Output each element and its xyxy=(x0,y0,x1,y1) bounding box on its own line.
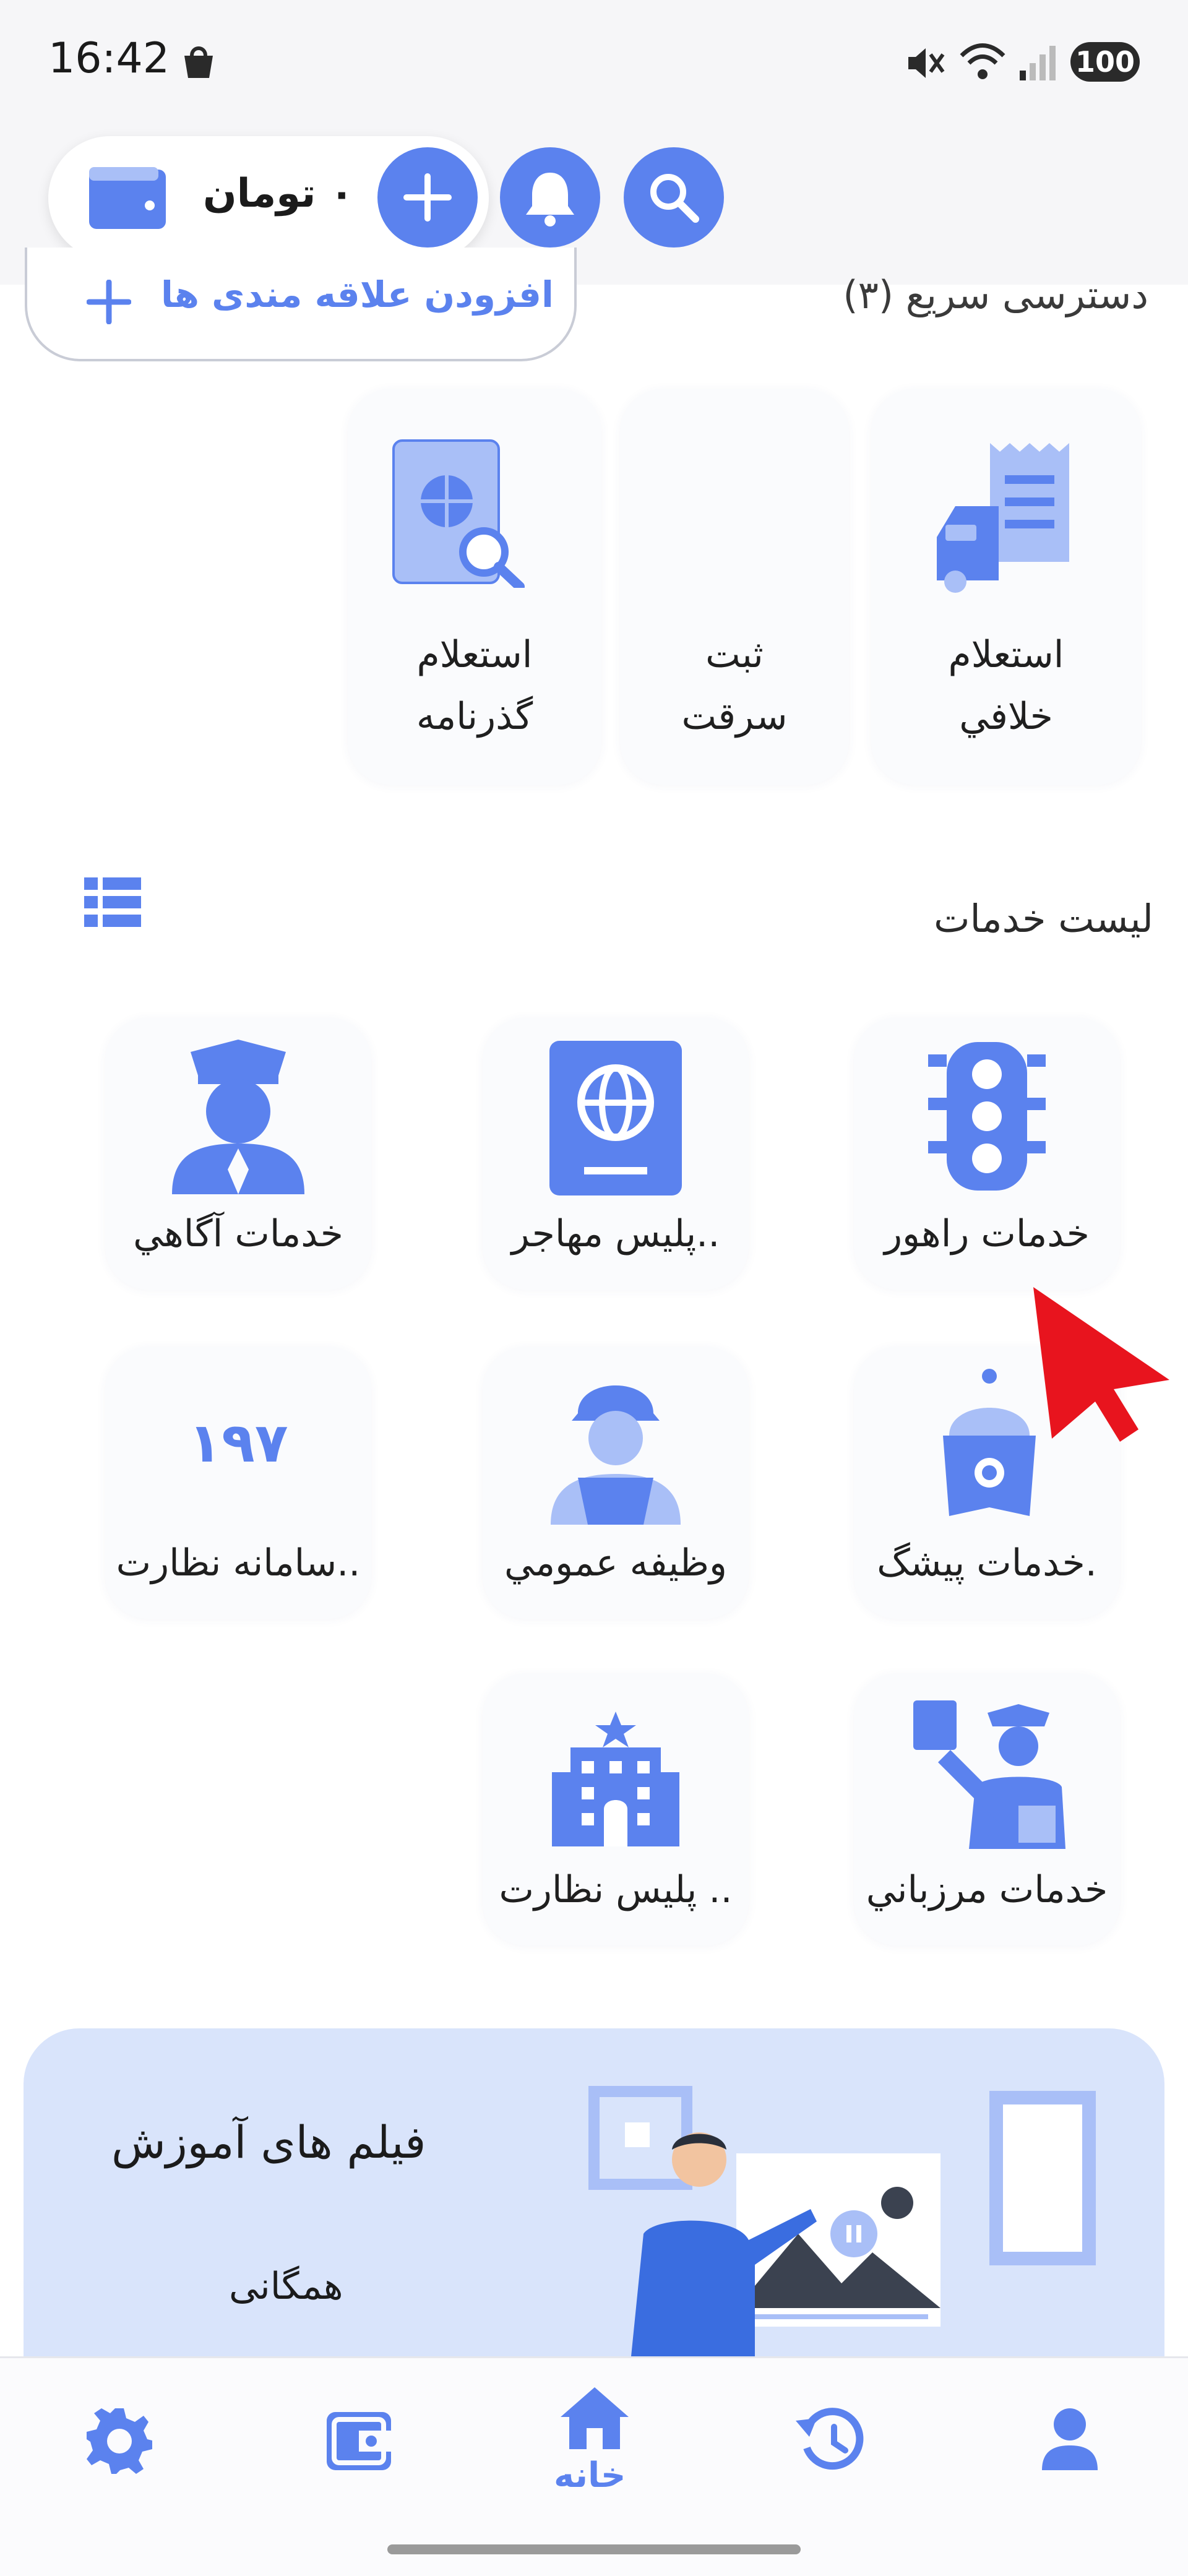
profile-icon[interactable] xyxy=(1042,2408,1098,2470)
notifications-button[interactable] xyxy=(500,147,600,248)
quick-item-line1: ثبت xyxy=(705,633,764,676)
nav-home-label[interactable]: خانه xyxy=(554,2455,626,2496)
settings-icon[interactable] xyxy=(87,2408,152,2474)
wifi-icon xyxy=(960,43,1005,79)
plus-icon xyxy=(403,173,452,222)
police-officer-icon xyxy=(172,1040,304,1194)
wallet-balance: ۰ تومان xyxy=(203,171,354,217)
quick-item-violation-inquiry[interactable]: استعلام خلافي xyxy=(871,389,1141,785)
signal-icon xyxy=(1020,46,1056,80)
service-197-badge: ۱۹۷ xyxy=(188,1411,288,1475)
service-label: خدمات مرزباني xyxy=(866,1868,1108,1911)
service-label: وظيفه عمومي xyxy=(504,1541,728,1585)
quick-item-line1: استعلام xyxy=(416,633,533,676)
wallet-icon xyxy=(89,167,166,229)
building-icon xyxy=(552,1712,679,1846)
service-monitoring-system[interactable]: ۱۹۷ سامانه نظارت.. xyxy=(105,1346,371,1619)
add-interests-label: افزودن علاقه مندی ها xyxy=(161,274,554,316)
service-investigation[interactable]: خدمات آگاهي xyxy=(105,1017,371,1290)
mute-icon xyxy=(908,48,945,78)
service-military-duty[interactable]: وظيفه عمومي xyxy=(483,1346,749,1619)
banner-subtitle: همگانی xyxy=(229,2265,343,2308)
wallet-nav-icon[interactable] xyxy=(327,2412,391,2470)
traffic-light-icon xyxy=(928,1042,1046,1191)
history-icon[interactable] xyxy=(796,2407,865,2474)
service-label: سامانه نظارت.. xyxy=(116,1541,361,1585)
service-label: پلیس مهاجر.. xyxy=(511,1212,720,1256)
quick-item-theft-report[interactable]: ثبت سرقت xyxy=(620,389,849,785)
service-label: خدمات پیشگ. xyxy=(877,1541,1097,1585)
home-icon[interactable] xyxy=(561,2387,629,2449)
notification-app-icon xyxy=(184,46,213,78)
quick-item-passport-inquiry[interactable]: استعلام گذرنامه xyxy=(348,389,601,785)
quick-item-line2: گذرنامه xyxy=(416,695,533,738)
status-time: 16:42 xyxy=(48,34,170,83)
passport-search-icon xyxy=(392,439,525,588)
search-icon xyxy=(650,174,699,223)
plus-icon xyxy=(87,280,131,324)
quick-item-line2: سرقت xyxy=(681,695,788,738)
battery-indicator: 100 xyxy=(1070,42,1140,82)
search-button[interactable] xyxy=(624,147,724,248)
services-list-title: لیست خدمات xyxy=(934,896,1153,941)
gesture-home-bar xyxy=(387,2544,801,2554)
passport-icon xyxy=(549,1041,682,1195)
pointer-cursor-icon xyxy=(1033,1287,1169,1442)
service-traffic-police[interactable]: خدمات راهور xyxy=(854,1017,1120,1290)
quick-item-line1: استعلام xyxy=(948,633,1064,676)
service-immigration-police[interactable]: پلیس مهاجر.. xyxy=(483,1017,749,1290)
vip-service-icon xyxy=(943,1369,1036,1516)
border-control-icon xyxy=(913,1700,1065,1849)
list-view-icon[interactable] xyxy=(84,877,141,927)
service-label: خدمات آگاهي xyxy=(133,1212,343,1256)
quick-access-title: دسترسی سریع (۳) xyxy=(843,272,1148,317)
truck-receipt-icon xyxy=(937,443,1069,593)
tutorial-illustration xyxy=(588,2086,1096,2356)
bell-icon xyxy=(526,173,574,226)
service-label: خدمات راهور xyxy=(884,1212,1090,1256)
service-supervision-police[interactable]: پلیس نظارت .. xyxy=(483,1673,749,1945)
banner-title: فیلم های آموزش xyxy=(111,2116,426,2168)
soldier-icon xyxy=(551,1385,681,1525)
quick-item-line2: خلافي xyxy=(959,695,1053,738)
add-credit-button[interactable] xyxy=(377,147,478,248)
service-label: پلیس نظارت .. xyxy=(499,1868,733,1911)
service-border-guard[interactable]: خدمات مرزباني xyxy=(854,1673,1120,1945)
